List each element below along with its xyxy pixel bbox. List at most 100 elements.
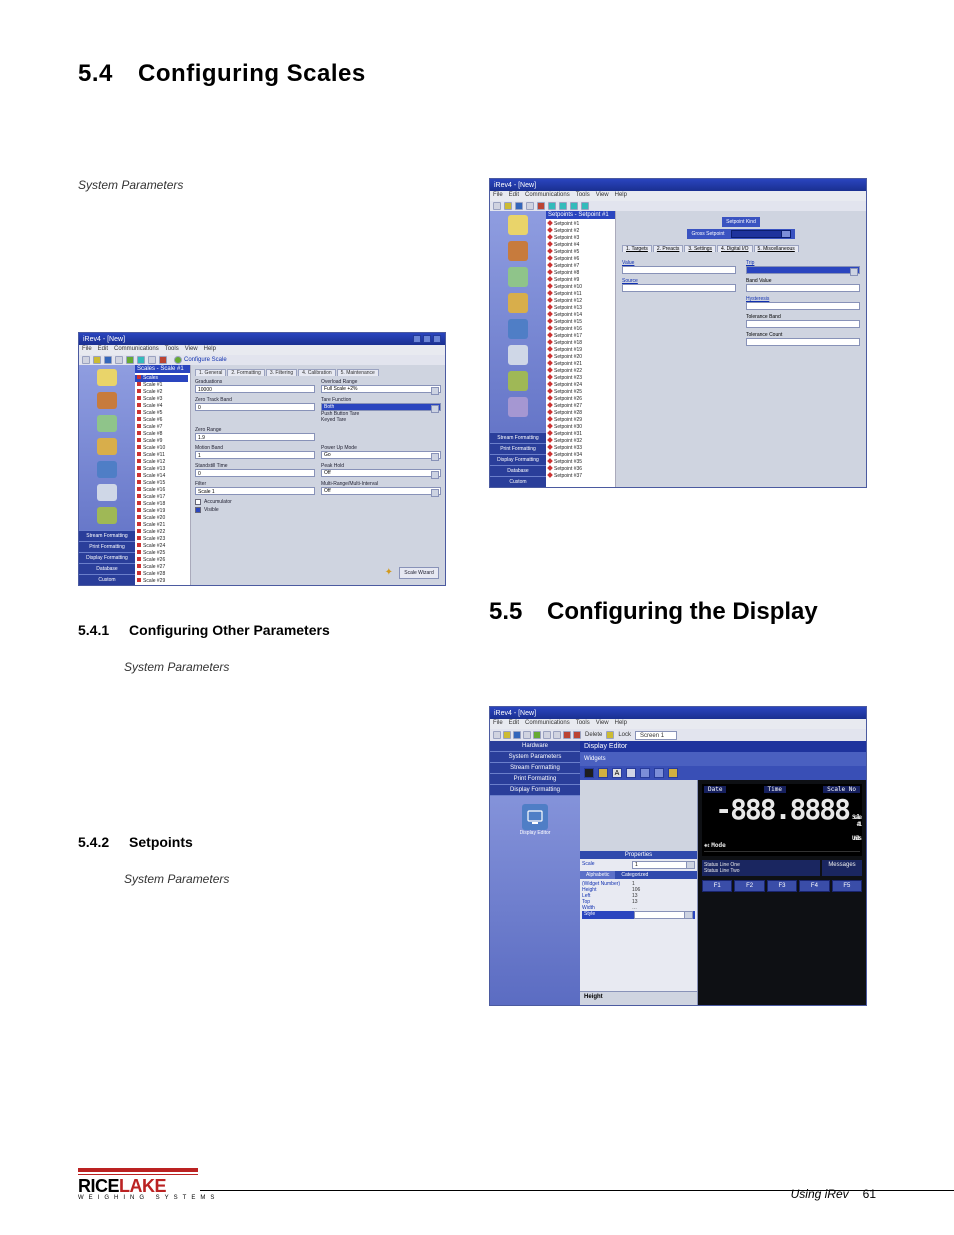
sidetab-print[interactable]: Print Formatting [490,443,546,454]
menu-view[interactable]: View [185,346,198,354]
sidetab-stream[interactable]: Stream Formatting [490,432,546,443]
sidetab-hardware[interactable]: Hardware [490,741,580,752]
minimize-icon[interactable] [413,335,421,343]
prop-scale-value[interactable]: 1 [632,861,695,869]
tool-print-icon[interactable] [526,202,534,210]
tool-c-icon[interactable] [570,202,578,210]
list-item-setpoint[interactable]: Setpoint #35 [548,459,613,466]
tree-item-scale[interactable]: Scale #19 [137,508,188,515]
fkey-f3[interactable]: F3 [767,880,797,892]
sidebar-setpoints-icon[interactable] [97,415,117,432]
tool-stop-icon[interactable] [537,202,545,210]
menu-tools[interactable]: Tools [576,192,590,200]
menu-help[interactable]: Help [204,346,216,354]
menu-view[interactable]: View [596,720,609,728]
tree-item-scale[interactable]: Scale #6 [137,417,188,424]
input-tolband[interactable] [746,320,860,328]
input-hysteresis[interactable] [746,302,860,310]
list-item-setpoint[interactable]: Setpoint #36 [548,466,613,473]
tool-paste-icon[interactable] [553,731,561,739]
tree-item-scale[interactable]: Scale #7 [137,424,188,431]
toolbar-screen-select[interactable]: Screen 1 [635,731,677,740]
widgets-tab[interactable]: Widgets [584,756,606,762]
sidebar-scales-icon[interactable] [508,241,528,261]
input-zerotrack[interactable]: 0 [195,403,315,411]
list-item-setpoint[interactable]: Setpoint #34 [548,452,613,459]
tab-maintenance[interactable]: 5. Maintenance [337,369,379,376]
list-item-setpoint[interactable]: Setpoint #31 [548,431,613,438]
input-filter[interactable]: Scale 1 [195,487,315,495]
tool-new-icon[interactable] [82,356,90,364]
tab-settings[interactable]: 3. Settings [684,245,716,252]
list-item-setpoint[interactable]: Setpoint #32 [548,438,613,445]
sidetab-custom[interactable]: Custom [490,476,546,487]
tab-digitalio[interactable]: 4. Digital I/O [717,245,753,252]
sidebar-serial-icon[interactable] [508,293,528,313]
sidebar-general-icon[interactable] [97,369,117,386]
tool-copy-icon[interactable] [543,731,551,739]
list-item-setpoint[interactable]: Setpoint #19 [548,347,613,354]
tree-item-scale[interactable]: Scale #18 [137,501,188,508]
sidebar-scales-icon[interactable] [97,392,117,409]
input-tolcount[interactable] [746,338,860,346]
tree-item-scale[interactable]: Scale #25 [137,550,188,557]
list-item-setpoint[interactable]: Setpoint #10 [548,284,613,291]
tree-item-scale[interactable]: Scale #29 [137,578,188,585]
widget-text-icon[interactable]: A [612,768,622,778]
tab-misc[interactable]: 5. Miscellaneous [754,245,799,252]
menu-tools[interactable]: Tools [165,346,179,354]
select-multi[interactable]: Off [321,487,441,495]
sidebar-general-icon[interactable] [508,215,528,235]
select-overload[interactable]: Full Scale +2% [321,385,441,393]
prop-style-value[interactable]: 3 - 3/4 inch [634,911,693,919]
gear-icon[interactable] [174,356,182,364]
tree-item-scale[interactable]: Scale #14 [137,473,188,480]
fkey-f4[interactable]: F4 [799,880,829,892]
list-item-setpoint[interactable]: Setpoint #28 [548,410,613,417]
toolbar-configure-label[interactable]: Configure Scale [184,357,227,363]
widget-chart-icon[interactable] [668,768,678,778]
list-item-setpoint[interactable]: Setpoint #1 [548,221,613,228]
list-item-setpoint[interactable]: Setpoint #26 [548,396,613,403]
list-item-setpoint[interactable]: Setpoint #16 [548,326,613,333]
tab-calibration[interactable]: 4. Calibration [298,369,335,376]
tree-item-scale[interactable]: Scale #23 [137,536,188,543]
tool-save-icon[interactable] [104,356,112,364]
tree-item-scale[interactable]: Scale #11 [137,452,188,459]
menu-comm[interactable]: Communications [114,346,159,354]
tree-item-scale[interactable]: Scale #20 [137,515,188,522]
tab-preacts[interactable]: 2. Preacts [653,245,684,252]
display-canvas[interactable]: Date Time Scale No -888.8888 Scale #1 [698,780,866,1005]
tool-save-icon[interactable] [515,202,523,210]
tab-targets[interactable]: 1. Targets [622,245,652,252]
tool-new-icon[interactable] [493,202,501,210]
tool-open-icon[interactable] [504,202,512,210]
menu-view[interactable]: View [596,192,609,200]
tool-print-icon[interactable] [115,356,123,364]
list-item-setpoint[interactable]: Setpoint #25 [548,389,613,396]
menu-tools[interactable]: Tools [576,720,590,728]
tab-general[interactable]: 1. General [195,369,226,376]
list-item-setpoint[interactable]: Setpoint #13 [548,305,613,312]
tool-new-icon[interactable] [493,731,501,739]
tool-cut-icon[interactable] [533,731,541,739]
input-bandval[interactable] [746,284,860,292]
list-item-setpoint[interactable]: Setpoint #29 [548,417,613,424]
select-tarefn[interactable]: Both [321,403,441,411]
tool-b-icon[interactable] [559,202,567,210]
select-peak[interactable]: Off [321,469,441,477]
list-item-setpoint[interactable]: Setpoint #27 [548,403,613,410]
input-value[interactable] [622,266,736,274]
tool-a-icon[interactable] [548,202,556,210]
list-item-setpoint[interactable]: Setpoint #30 [548,424,613,431]
widget-bar-icon[interactable] [626,768,636,778]
tree-item-scale[interactable]: Scale #26 [137,557,188,564]
select-puon[interactable]: Go [321,451,441,459]
list-item-setpoint[interactable]: Setpoint #20 [548,354,613,361]
checkbox-visible[interactable] [195,507,201,513]
sidebar-print-icon[interactable] [97,507,117,524]
widget-rect-icon[interactable] [654,768,664,778]
tree-item-scale[interactable]: Scale #22 [137,529,188,536]
list-item-setpoint[interactable]: Setpoint #24 [548,382,613,389]
list-item-setpoint[interactable]: Setpoint #12 [548,298,613,305]
